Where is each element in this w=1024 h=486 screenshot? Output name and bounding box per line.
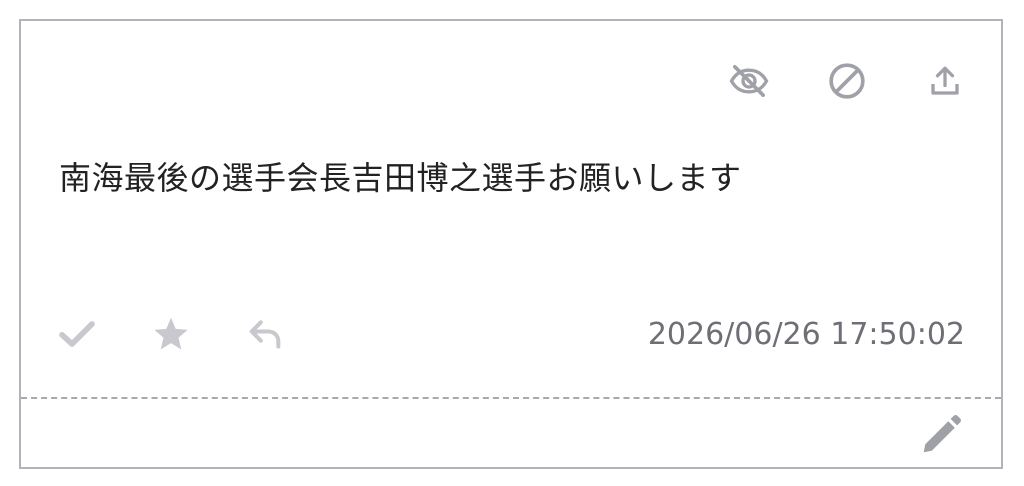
block-icon bbox=[829, 63, 865, 99]
hide-button[interactable] bbox=[729, 61, 769, 101]
eye-off-icon bbox=[729, 65, 769, 97]
timestamp: 2026/06/26 17:50:02 bbox=[647, 317, 965, 352]
check-button[interactable] bbox=[57, 314, 97, 354]
pencil-icon bbox=[923, 414, 962, 453]
message-card: 南海最後の選手会長吉田博之選手お願いします 2026/06/26 17:50:0… bbox=[19, 19, 1003, 469]
reply-button[interactable] bbox=[245, 314, 285, 354]
star-button[interactable] bbox=[151, 314, 191, 354]
bottom-actions bbox=[57, 314, 285, 354]
message-text: 南海最後の選手会長吉田博之選手お願いします bbox=[59, 159, 742, 197]
edit-button[interactable] bbox=[917, 411, 965, 459]
reply-icon bbox=[249, 320, 281, 349]
check-icon bbox=[59, 321, 95, 347]
top-actions bbox=[729, 61, 965, 101]
upload-icon bbox=[931, 66, 959, 95]
block-button[interactable] bbox=[827, 61, 867, 101]
divider bbox=[21, 397, 1001, 399]
share-button[interactable] bbox=[925, 61, 965, 101]
star-icon bbox=[154, 317, 188, 350]
